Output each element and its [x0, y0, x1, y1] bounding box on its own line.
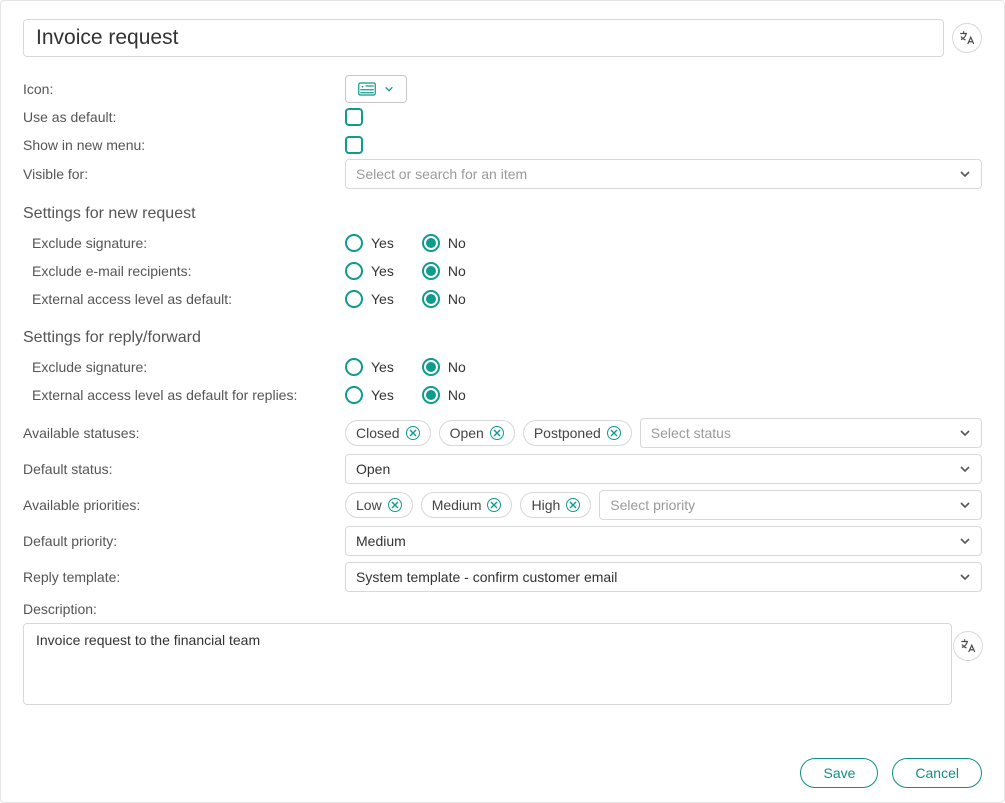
icon-label: Icon: [23, 81, 345, 97]
translate-description-button[interactable] [953, 631, 983, 661]
visible-for-placeholder: Select or search for an item [356, 166, 527, 182]
radio-label: No [448, 387, 466, 403]
remove-tag-button[interactable] [566, 498, 580, 512]
settings-reply-forward-heading: Settings for reply/forward [23, 329, 982, 347]
reply-external-access-label: External access level as default for rep… [23, 387, 345, 403]
use-as-default-checkbox[interactable] [345, 108, 363, 126]
visible-for-label: Visible for: [23, 166, 345, 182]
chevron-down-icon [959, 571, 971, 583]
priority-select-placeholder: Select priority [610, 497, 695, 513]
form-card: Icon: Use as default: [0, 0, 1005, 803]
priority-tag: Low [345, 492, 413, 518]
exclude-recipients-label: Exclude e-mail recipients: [23, 263, 345, 279]
tag-text: Open [450, 425, 484, 441]
radio-label: No [448, 359, 466, 375]
reply-external-access-radio-group: Yes No [345, 386, 484, 404]
show-in-new-menu-label: Show in new menu: [23, 137, 345, 153]
exclude-recipients-yes[interactable] [345, 262, 363, 280]
radio-label: Yes [371, 359, 394, 375]
translate-icon [959, 637, 977, 655]
remove-tag-button[interactable] [490, 426, 504, 440]
priority-tag: High [520, 492, 591, 518]
reply-template-select[interactable]: System template - confirm customer email [345, 562, 982, 592]
remove-tag-button[interactable] [406, 426, 420, 440]
default-status-value: Open [356, 461, 390, 477]
save-button[interactable]: Save [800, 758, 878, 788]
title-input[interactable] [23, 19, 944, 57]
status-tag: Closed [345, 420, 431, 446]
icon-dropdown[interactable] [345, 75, 407, 103]
default-priority-value: Medium [356, 533, 406, 549]
external-access-no[interactable] [422, 290, 440, 308]
cancel-button[interactable]: Cancel [892, 758, 982, 788]
radio-label: Yes [371, 235, 394, 251]
chevron-down-icon [959, 535, 971, 547]
reply-exclude-signature-no[interactable] [422, 358, 440, 376]
external-access-yes[interactable] [345, 290, 363, 308]
exclude-recipients-radio-group: Yes No [345, 262, 484, 280]
tag-text: Postponed [534, 425, 601, 441]
tag-text: Low [356, 497, 382, 513]
available-statuses-label: Available statuses: [23, 425, 345, 441]
external-access-label: External access level as default: [23, 291, 345, 307]
status-select[interactable]: Select status [640, 418, 982, 448]
tag-text: Closed [356, 425, 400, 441]
external-access-radio-group: Yes No [345, 290, 484, 308]
reply-template-value: System template - confirm customer email [356, 569, 617, 585]
settings-new-request-heading: Settings for new request [23, 205, 982, 223]
description-label: Description: [23, 601, 345, 617]
status-tag: Postponed [523, 420, 632, 446]
title-row [23, 19, 982, 57]
exclude-signature-label: Exclude signature: [23, 235, 345, 251]
priority-tag: Medium [421, 492, 513, 518]
tag-text: Medium [432, 497, 482, 513]
remove-tag-button[interactable] [607, 426, 621, 440]
description-textarea[interactable] [23, 623, 952, 705]
reply-exclude-signature-radio-group: Yes No [345, 358, 484, 376]
remove-tag-button[interactable] [487, 498, 501, 512]
exclude-recipients-no[interactable] [422, 262, 440, 280]
radio-label: Yes [371, 387, 394, 403]
default-priority-label: Default priority: [23, 533, 345, 549]
tag-text: High [531, 497, 560, 513]
visible-for-select[interactable]: Select or search for an item [345, 159, 982, 189]
reply-template-label: Reply template: [23, 569, 345, 585]
reply-external-access-yes[interactable] [345, 386, 363, 404]
radio-label: Yes [371, 263, 394, 279]
exclude-signature-radio-group: Yes No [345, 234, 484, 252]
invoice-icon [358, 82, 376, 96]
translate-button[interactable] [952, 23, 982, 53]
remove-tag-button[interactable] [388, 498, 402, 512]
status-tag: Open [439, 420, 515, 446]
description-row [23, 623, 982, 708]
chevron-down-icon [959, 463, 971, 475]
footer: Save Cancel [23, 738, 982, 788]
show-in-new-menu-checkbox[interactable] [345, 136, 363, 154]
default-status-label: Default status: [23, 461, 345, 477]
translate-icon [958, 29, 976, 47]
radio-label: No [448, 235, 466, 251]
exclude-signature-yes[interactable] [345, 234, 363, 252]
use-as-default-label: Use as default: [23, 109, 345, 125]
chevron-down-icon [959, 168, 971, 180]
chevron-down-icon [959, 499, 971, 511]
reply-exclude-signature-yes[interactable] [345, 358, 363, 376]
priority-select[interactable]: Select priority [599, 490, 982, 520]
radio-label: No [448, 263, 466, 279]
default-status-select[interactable]: Open [345, 454, 982, 484]
radio-label: No [448, 291, 466, 307]
radio-label: Yes [371, 291, 394, 307]
reply-exclude-signature-label: Exclude signature: [23, 359, 345, 375]
available-priorities-label: Available priorities: [23, 497, 345, 513]
default-priority-select[interactable]: Medium [345, 526, 982, 556]
chevron-down-icon [959, 427, 971, 439]
exclude-signature-no[interactable] [422, 234, 440, 252]
chevron-down-icon [384, 84, 394, 94]
status-select-placeholder: Select status [651, 425, 731, 441]
reply-external-access-no[interactable] [422, 386, 440, 404]
